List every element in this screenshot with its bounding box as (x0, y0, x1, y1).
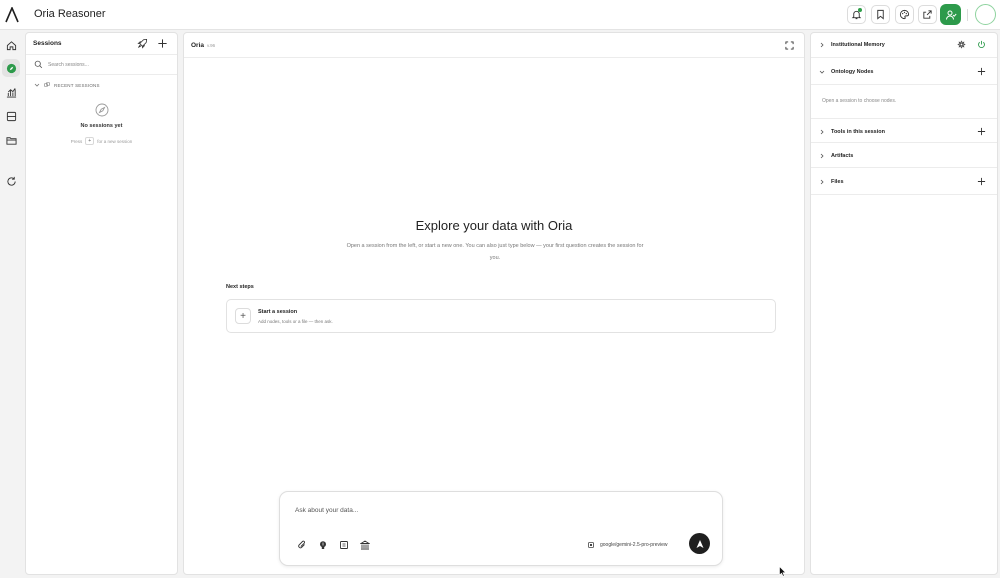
plus-icon: + (235, 308, 251, 324)
ontology-nodes-title: Ontology Nodes (831, 69, 874, 75)
sessions-header: Sessions (26, 33, 177, 55)
power-icon[interactable] (977, 40, 986, 49)
link-icon (44, 82, 50, 87)
institutional-memory-title: Institutional Memory (831, 42, 885, 48)
palette-icon (899, 9, 910, 20)
search-icon (34, 60, 43, 69)
theme-button[interactable] (895, 5, 914, 24)
chevron-right-icon (820, 179, 824, 185)
share-icon (923, 10, 932, 19)
gear-icon[interactable] (957, 40, 966, 49)
avatar[interactable] (975, 4, 996, 25)
rail-refresh[interactable] (2, 172, 20, 190)
chevron-right-icon (820, 42, 824, 48)
refresh-icon (6, 176, 16, 186)
layers-icon (6, 111, 16, 121)
version-label: v.96 (207, 43, 216, 48)
rail-files[interactable] (2, 131, 20, 149)
book-icon[interactable] (339, 540, 349, 550)
new-session-icon[interactable] (157, 38, 168, 49)
compass-icon (95, 103, 109, 117)
share-button[interactable] (918, 5, 937, 24)
next-steps-label: Next steps (226, 284, 254, 290)
tools-row[interactable]: Tools in this session (811, 118, 997, 143)
chat-input[interactable]: Ask about your data... (295, 507, 358, 514)
ontology-nodes-row[interactable]: Ontology Nodes (811, 58, 997, 85)
files-row[interactable]: Files (811, 168, 997, 195)
compass-icon (6, 63, 16, 73)
model-name: google/gemini-2.5-pro-preview (600, 542, 668, 548)
add-node-icon[interactable] (977, 67, 986, 76)
ontology-empty-note: Open a session to choose nodes. (822, 98, 897, 104)
model-selector[interactable]: google/gemini-2.5-pro-preview (587, 541, 668, 549)
chevron-right-icon (820, 153, 824, 159)
app-title: Oria Reasoner (34, 8, 106, 20)
chevron-down-icon (819, 70, 825, 74)
recent-sessions-toggle[interactable]: RECENT SESSIONS (34, 80, 100, 90)
sessions-title: Sessions (33, 40, 62, 47)
notifications-button[interactable] (847, 5, 866, 24)
bank-icon[interactable] (360, 540, 370, 550)
files-title: Files (831, 179, 844, 185)
artifacts-row[interactable]: Artifacts (811, 143, 997, 168)
main-header: Oria v.96 (184, 33, 804, 58)
rail-analytics[interactable] (2, 83, 20, 101)
sessions-search[interactable]: Search sessions... (26, 55, 177, 75)
institutional-memory-row[interactable]: Institutional Memory (811, 33, 997, 58)
folder-icon (5, 136, 17, 145)
left-rail (0, 31, 22, 578)
hint-rest: for a new session (97, 138, 133, 144)
user-account-button[interactable] (940, 4, 961, 25)
mouse-cursor-icon (779, 566, 786, 577)
bulb-icon[interactable] (318, 540, 328, 550)
top-divider (967, 9, 968, 21)
oria-send-icon (696, 539, 703, 548)
start-session-description: Add nodes, tools or a file — then ask. (258, 319, 333, 324)
sessions-panel: Sessions Search sessions... RECENT SESSI… (25, 32, 178, 575)
search-input[interactable]: Search sessions... (48, 62, 89, 68)
recent-sessions-label: RECENT SESSIONS (54, 82, 100, 88)
send-button[interactable] (689, 533, 710, 554)
bookmark-button[interactable] (871, 5, 890, 24)
notification-dot (858, 8, 862, 12)
artifacts-title: Artifacts (831, 153, 854, 159)
add-tool-icon[interactable] (977, 127, 986, 136)
empty-sessions-title: No sessions yet (80, 123, 123, 129)
rail-home[interactable] (2, 36, 20, 54)
hero-title: Explore your data with Oria (415, 218, 573, 233)
main-title: Oria (191, 42, 205, 49)
start-session-title: Start a session (258, 309, 298, 315)
chart-icon (6, 87, 16, 98)
home-icon (6, 40, 16, 50)
rail-explore[interactable] (2, 59, 20, 77)
oria-logo[interactable] (5, 7, 19, 23)
hint-press: Press (70, 138, 83, 144)
rocket-icon[interactable] (137, 38, 148, 49)
chevron-down-icon (34, 83, 40, 87)
hero-subtitle: Open a session from the left, or start a… (346, 243, 644, 261)
chip-icon (588, 542, 594, 548)
user-check-icon (945, 10, 957, 20)
empty-sessions-hint: Press + for a new session (26, 137, 177, 145)
fullscreen-icon[interactable] (785, 41, 794, 50)
start-session-card[interactable]: + Start a session Add nodes, tools or a … (226, 299, 776, 333)
bookmark-icon (877, 9, 884, 20)
rail-data[interactable] (2, 107, 20, 125)
top-bar: Oria Reasoner (0, 0, 1000, 30)
chat-composer[interactable]: Ask about your data... google/gemini-2.5… (279, 491, 723, 566)
shortcut-key: + (85, 137, 95, 145)
tools-title: Tools in this session (831, 129, 885, 135)
chevron-right-icon (820, 129, 824, 135)
add-file-icon[interactable] (977, 177, 986, 186)
context-panel: Institutional Memory Ontology Nodes Open… (810, 32, 998, 575)
paperclip-icon[interactable] (297, 540, 307, 550)
main-panel: Oria v.96 Explore your data with Oria Op… (183, 32, 805, 575)
